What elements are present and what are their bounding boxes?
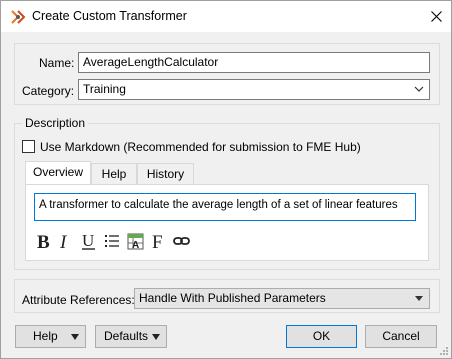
tab-overview[interactable]: Overview: [25, 161, 91, 185]
attribute-references-dropdown[interactable]: Handle With Published Parameters: [134, 288, 430, 309]
dialog-title: Create Custom Transformer: [32, 9, 187, 23]
link-icon[interactable]: [173, 231, 191, 251]
description-text-editor[interactable]: A transformer to calculate the average l…: [34, 193, 416, 221]
chevron-down-icon: [414, 86, 424, 92]
tab-overview-label: Overview: [32, 165, 83, 179]
ok-button[interactable]: OK: [286, 325, 357, 348]
tab-help-label: Help: [101, 167, 127, 181]
create-custom-transformer-dialog: Create Custom Transformer Name: AverageL…: [0, 0, 452, 359]
defaults-button[interactable]: Defaults: [95, 325, 167, 348]
svg-text:B: B: [37, 232, 50, 251]
tab-help[interactable]: Help: [91, 163, 137, 185]
font-icon[interactable]: F: [152, 231, 166, 251]
overview-panel: A transformer to calculate the average l…: [25, 184, 429, 261]
help-button[interactable]: Help: [15, 325, 86, 348]
title-bar: Create Custom Transformer: [1, 1, 451, 32]
category-label: Category:: [22, 84, 75, 98]
caret-down-icon: [71, 334, 79, 340]
attribute-references-label: Attribute References:: [22, 293, 135, 307]
cancel-button[interactable]: Cancel: [365, 325, 437, 348]
tab-history-label: History: [146, 167, 185, 181]
use-markdown-checkbox[interactable]: [22, 140, 35, 153]
italic-icon[interactable]: I: [59, 231, 71, 251]
category-value: Training: [83, 82, 126, 96]
insert-attribute-icon[interactable]: A: [127, 231, 145, 251]
use-markdown-label[interactable]: Use Markdown (Recommended for submission…: [40, 140, 361, 154]
close-icon: [430, 10, 442, 22]
svg-text:A: A: [132, 240, 139, 251]
bullet-list-icon[interactable]: [104, 231, 120, 251]
tab-history[interactable]: History: [137, 163, 194, 185]
description-group-label: Description: [22, 116, 89, 130]
bold-icon[interactable]: B: [36, 231, 52, 251]
svg-text:U: U: [82, 231, 94, 250]
name-label: Name:: [39, 56, 75, 70]
dropdown-arrow-icon: [415, 296, 423, 301]
name-input[interactable]: AverageLengthCalculator: [78, 52, 430, 73]
svg-text:I: I: [59, 232, 68, 251]
attribute-references-value: Handle With Published Parameters: [139, 291, 326, 305]
svg-text:F: F: [152, 232, 163, 251]
underline-icon[interactable]: U: [81, 231, 97, 251]
category-dropdown[interactable]: Training: [78, 79, 430, 100]
help-button-label: Help: [33, 329, 58, 343]
close-button[interactable]: [421, 1, 451, 31]
caret-down-icon: [152, 334, 160, 340]
fme-app-icon: [11, 10, 26, 24]
defaults-button-label: Defaults: [104, 329, 149, 343]
resize-grip-icon[interactable]: [439, 346, 449, 356]
